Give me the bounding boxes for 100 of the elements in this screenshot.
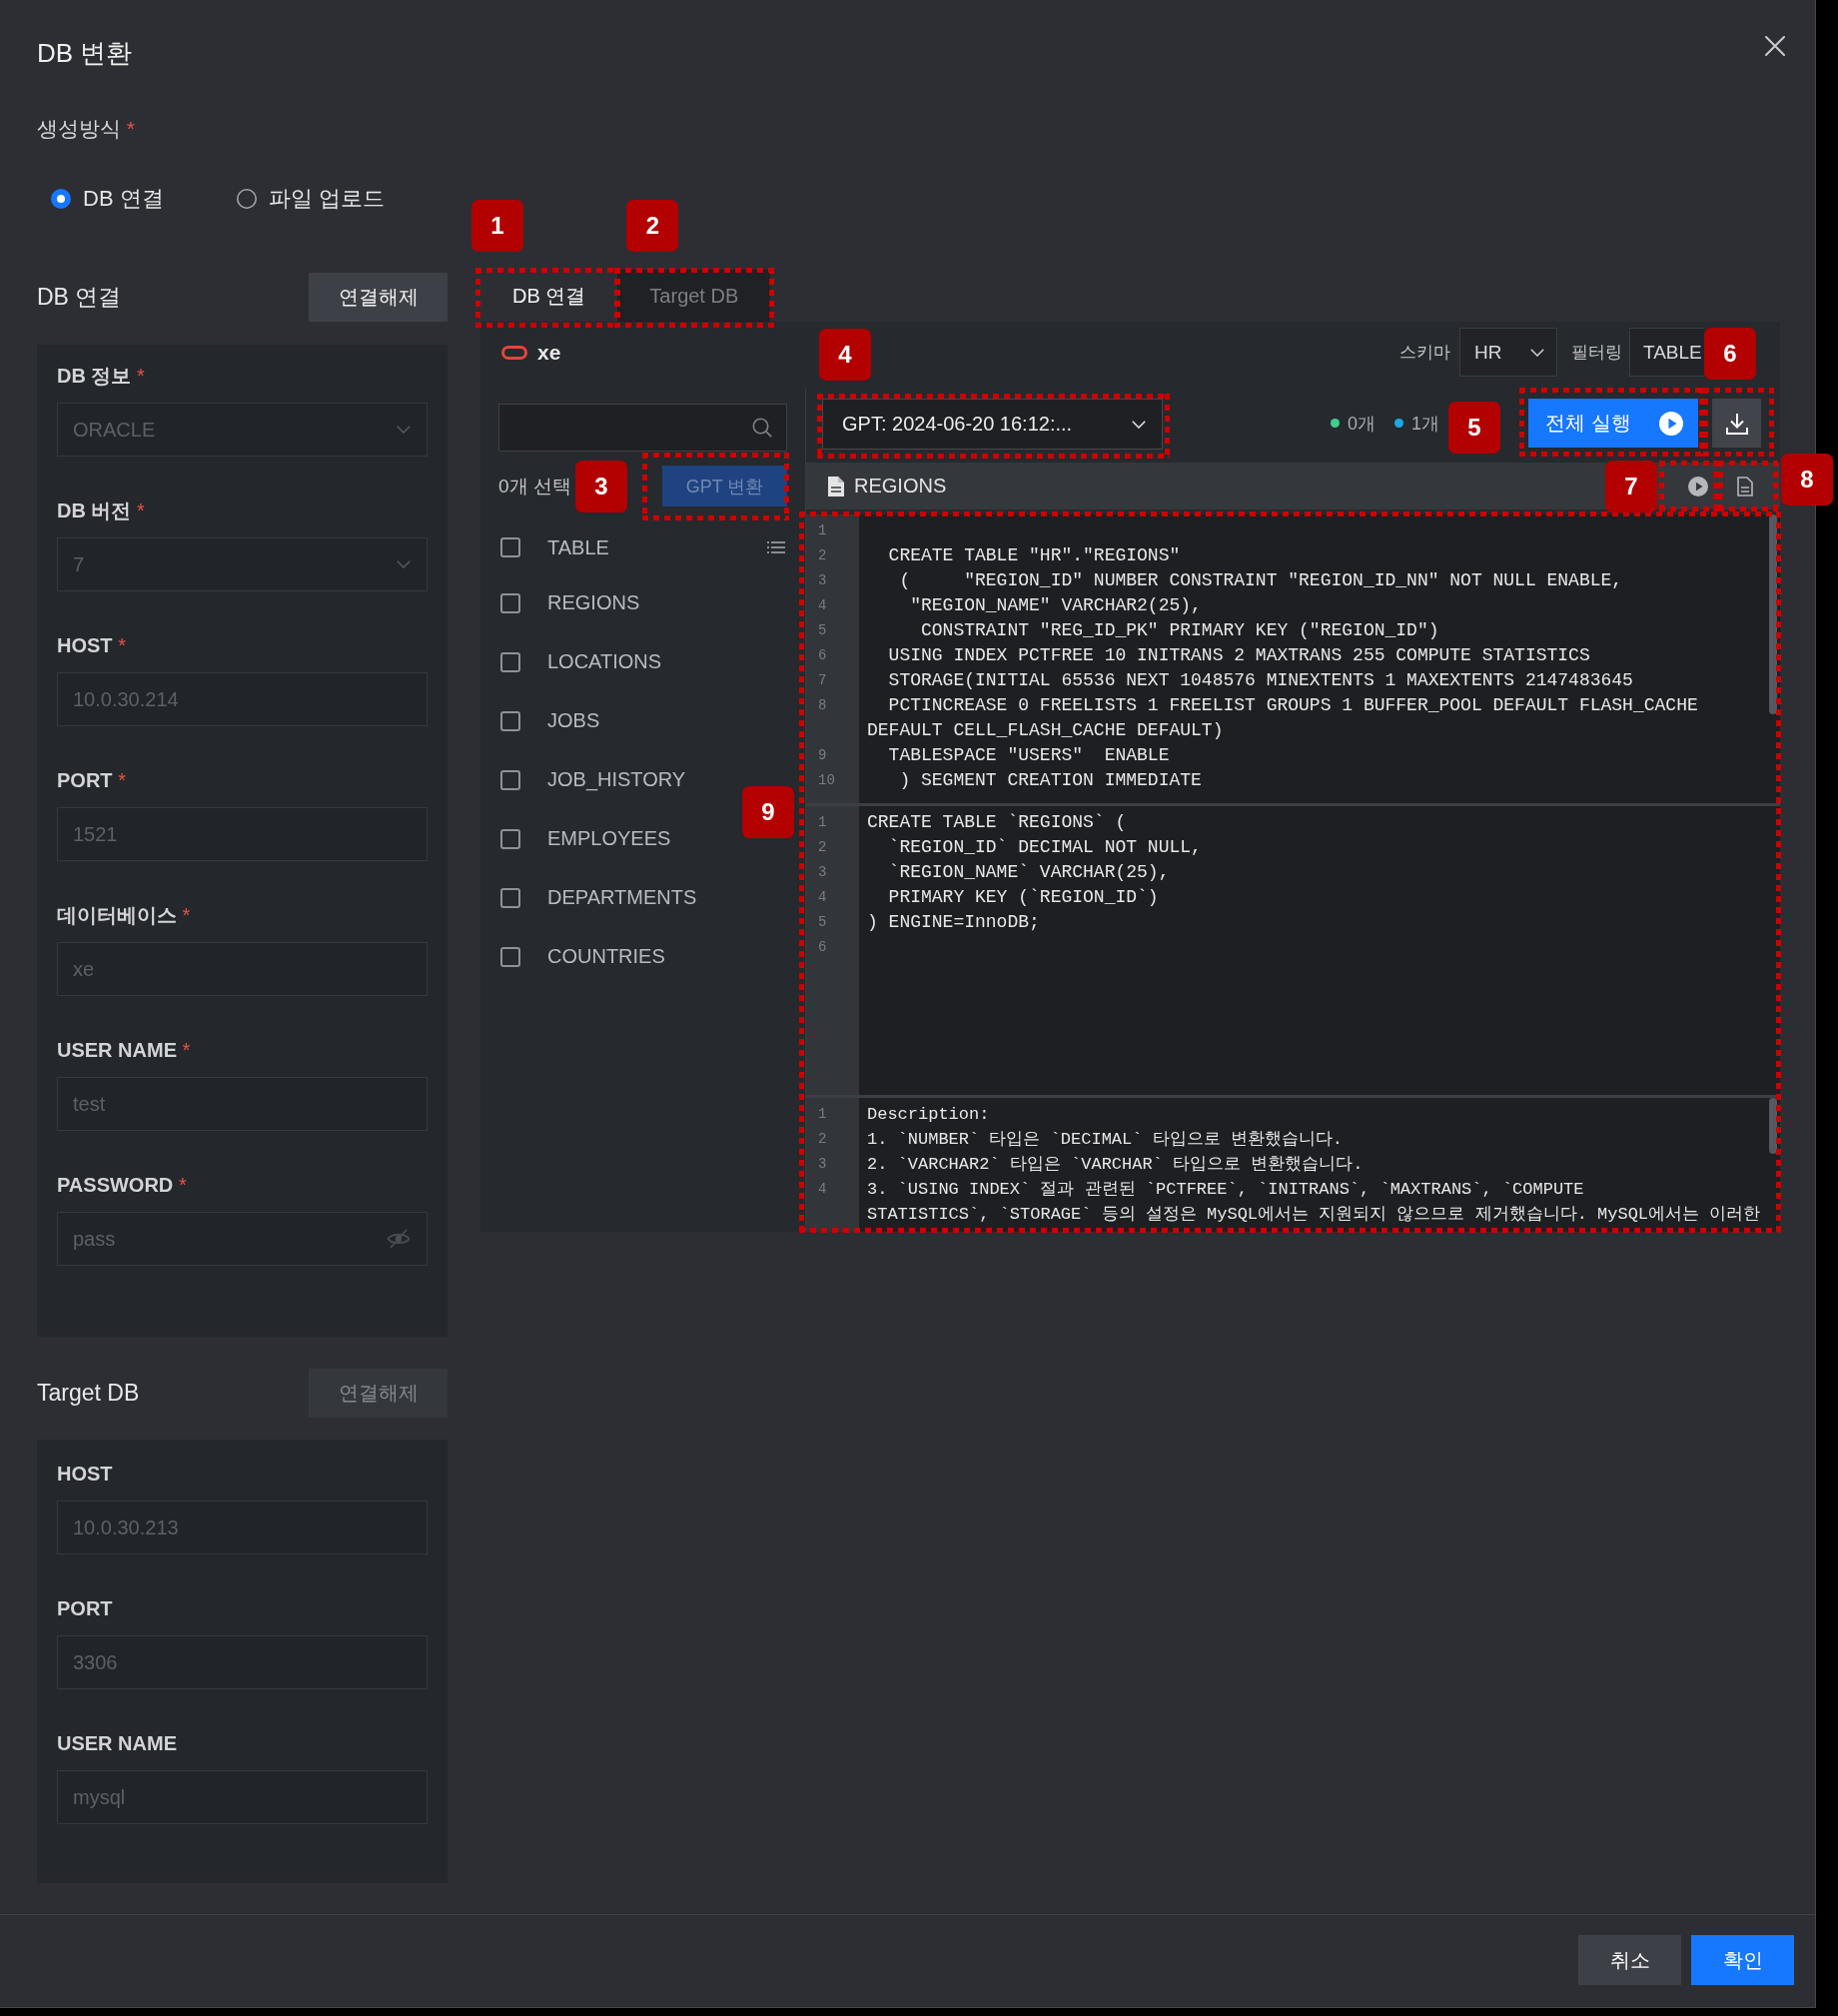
table-name[interactable]: EMPLOYEES bbox=[547, 827, 671, 850]
number-badge: 7 bbox=[1605, 461, 1657, 512]
table-name[interactable]: LOCATIONS bbox=[547, 650, 662, 673]
download-icon bbox=[1725, 412, 1748, 435]
field-label: USER NAME bbox=[57, 1731, 177, 1756]
code-line: USING INDEX PCTFREE 10 INITRANS 2 MAXTRANS 255 COMPUTE STATISTICS bbox=[887, 644, 1590, 667]
radio-option[interactable]: 파일 업로드 bbox=[236, 184, 385, 214]
code-line: ) ENGINE=InnoDB; bbox=[867, 911, 1040, 934]
description-editor[interactable] bbox=[806, 1095, 1780, 1232]
search-field[interactable] bbox=[498, 404, 787, 452]
code-line: CREATE TABLE "HR"."REGIONS" bbox=[887, 544, 1181, 567]
line-number: 9 bbox=[818, 747, 827, 763]
line-number: 5 bbox=[818, 622, 827, 638]
table-name[interactable]: REGIONS bbox=[547, 591, 640, 614]
line-number: 4 bbox=[818, 597, 827, 613]
cancel-button[interactable]: 취소 bbox=[1578, 1935, 1681, 1985]
version-select[interactable]: GPT: 2024-06-20 16:12:... bbox=[822, 399, 1163, 450]
checkbox[interactable] bbox=[500, 769, 520, 790]
field-label: PORT * bbox=[57, 768, 126, 793]
code-line: CREATE TABLE `REGIONS` ( bbox=[867, 811, 1127, 834]
code-line: "REGION_NAME" VARCHAR2(25), bbox=[909, 594, 1202, 617]
field-label: PASSWORD * bbox=[57, 1173, 187, 1198]
status-count: 0개 bbox=[1347, 412, 1376, 436]
line-number: 1 bbox=[818, 814, 827, 830]
line-number: 1 bbox=[818, 1106, 827, 1122]
line-number: 8 bbox=[818, 697, 827, 713]
close-icon[interactable] bbox=[1765, 36, 1785, 56]
script-title: REGIONS bbox=[854, 475, 947, 498]
line-number: 2 bbox=[818, 1131, 827, 1147]
code-line: ) SEGMENT CREATION IMMEDIATE bbox=[898, 769, 1202, 792]
table-name[interactable]: JOBS bbox=[547, 709, 600, 732]
code-line: DEFAULT CELL_FLASH_CACHE DEFAULT) bbox=[867, 719, 1224, 742]
disconnect-button[interactable]: 연결해제 bbox=[309, 273, 448, 322]
field-label: USER NAME * bbox=[57, 1038, 191, 1063]
code-line: PCTINCREASE 0 FREELISTS 1 FREELIST GROUPS 1 BUFFER_POOL DEFAULT FLASH_CACHE bbox=[887, 694, 1698, 717]
line-number: 7 bbox=[818, 672, 827, 688]
document-icon bbox=[828, 476, 844, 497]
number-badge: 6 bbox=[1704, 328, 1756, 380]
table-name[interactable]: COUNTRIES bbox=[547, 945, 665, 968]
checkbox[interactable] bbox=[500, 710, 520, 731]
code-line: STATISTICS`, `STORAGE` 등의 설정은 MySQL에서는 지원되지 않으므로 제거했습니다. MySQL에서는 이러한 bbox=[867, 1204, 1761, 1226]
eye-slash-icon bbox=[387, 1229, 411, 1249]
run-all-button[interactable]: 전체 실행 bbox=[1528, 399, 1698, 448]
dialog-title: DB 변환 bbox=[37, 37, 133, 69]
document-icon bbox=[1736, 476, 1753, 497]
code-line: 2. `VARCHAR2` 타입은 `VARCHAR` 타입으로 변환했습니다. bbox=[867, 1154, 1364, 1176]
column-header: TABLE bbox=[547, 535, 609, 559]
field-label: PORT bbox=[57, 1596, 113, 1621]
connection-name: xe bbox=[537, 340, 561, 365]
line-number: 2 bbox=[818, 547, 827, 563]
section-heading: DB 연결 bbox=[37, 283, 122, 312]
checkbox[interactable] bbox=[500, 828, 520, 849]
schema-label: 스키마 bbox=[1399, 342, 1450, 364]
field-label: 데이터베이스 * bbox=[57, 903, 191, 928]
line-number: 3 bbox=[818, 1156, 827, 1172]
code-line: `REGION_ID` DECIMAL NOT NULL, bbox=[887, 836, 1202, 859]
field-label: DB 정보 * bbox=[57, 364, 145, 389]
code-editor[interactable] bbox=[806, 514, 1780, 803]
scrollbar-thumb[interactable] bbox=[1769, 514, 1777, 714]
line-number: 5 bbox=[818, 914, 827, 930]
field-label: DB 버전 * bbox=[57, 499, 145, 523]
checkbox[interactable] bbox=[500, 887, 520, 908]
section-heading: Target DB bbox=[37, 1380, 140, 1407]
checkbox[interactable] bbox=[500, 592, 520, 613]
chevron-down-icon bbox=[1132, 420, 1146, 429]
checkbox[interactable] bbox=[500, 946, 520, 967]
code-line: 3. `USING INDEX` 절과 관련된 `PCTFREE`, `INITRANS`, `MAXTRANS`, `COMPUTE bbox=[867, 1179, 1584, 1201]
code-line: PRIMARY KEY (`REGION_ID`) bbox=[887, 886, 1159, 909]
table-name[interactable]: JOB_HISTORY bbox=[547, 768, 686, 791]
filter-select[interactable]: TABLE bbox=[1629, 328, 1704, 377]
checkbox[interactable] bbox=[500, 651, 520, 672]
number-badge: 8 bbox=[1781, 454, 1833, 505]
chevron-down-icon bbox=[1530, 348, 1544, 357]
code-line: `REGION_NAME` VARCHAR(25), bbox=[887, 861, 1170, 884]
number-badge: 5 bbox=[1448, 402, 1500, 454]
scrollbar-thumb[interactable] bbox=[1769, 1098, 1777, 1154]
play-circle-icon bbox=[1659, 411, 1683, 436]
number-badge: 4 bbox=[819, 329, 871, 381]
checkbox[interactable] bbox=[500, 537, 520, 557]
number-badge: 2 bbox=[626, 200, 679, 252]
confirm-button[interactable]: 확인 bbox=[1691, 1935, 1794, 1985]
number-badge: 1 bbox=[471, 200, 523, 252]
tab[interactable]: Target DB bbox=[617, 270, 771, 322]
line-number: 4 bbox=[818, 889, 827, 905]
table-name[interactable]: DEPARTMENTS bbox=[547, 886, 697, 909]
line-number: 10 bbox=[818, 772, 835, 788]
filter-label: 필터링 bbox=[1571, 342, 1622, 364]
number-badge: 9 bbox=[742, 786, 794, 838]
list-icon[interactable] bbox=[767, 541, 785, 553]
code-line: STORAGE(INITIAL 65536 NEXT 1048576 MINEXTENTS 1 MAXEXTENTS 2147483645 bbox=[887, 669, 1633, 692]
status-count: 1개 bbox=[1411, 412, 1439, 436]
number-badge: 3 bbox=[575, 461, 627, 512]
schema-select[interactable]: HR bbox=[1459, 328, 1557, 377]
download-button[interactable] bbox=[1712, 399, 1761, 448]
code-editor[interactable]: 1 CREATE TABLE `REGIONS` ( 2 `REGION_ID` DECIMAL NOT NULL, 3 `REGION_NAME` VARCHAR(25), 4 PRIMARY KEY (`REGION_ID`) 5 ) ENGINE=InnoDB; 6 bbox=[806, 803, 1780, 1095]
code-line: ( "REGION_ID" NUMBER CONSTRAINT "REGION_ID_NN" NOT NULL ENABLE, bbox=[898, 569, 1623, 592]
radio-option[interactable]: DB 연결 bbox=[51, 184, 164, 214]
code-line: CONSTRAINT "REG_ID_PK" PRIMARY KEY ("REGION_ID") bbox=[920, 619, 1439, 642]
field-label: HOST * bbox=[57, 633, 126, 658]
chevron-down-icon bbox=[397, 426, 411, 434]
